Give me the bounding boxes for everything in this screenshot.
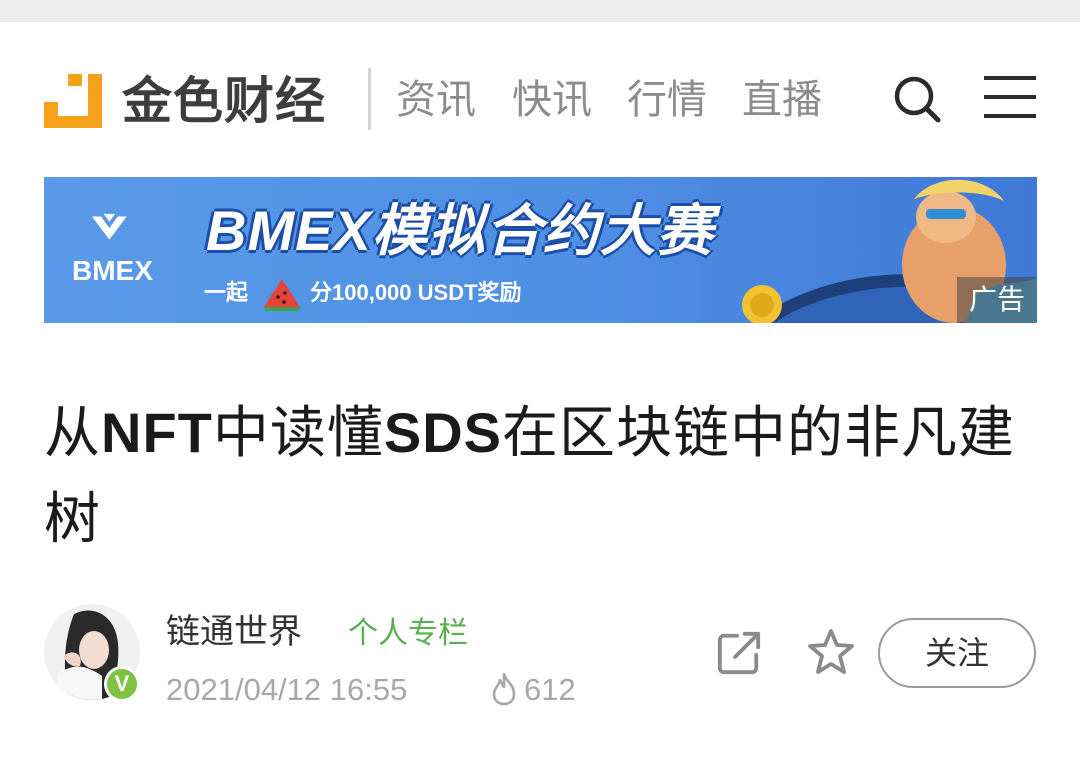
watermelon-icon [264, 279, 300, 311]
banner-headline: BMEX模拟合约大赛 [206, 199, 714, 262]
ad-banner[interactable]: BMEX BMEX模拟合约大赛 一起 分100,000 USDT奖励 广告 [44, 177, 1037, 323]
nav-divider [368, 68, 371, 130]
ad-label: 广告 [957, 277, 1037, 323]
nav-item-live[interactable]: 直播 [742, 74, 822, 126]
nav-item-news[interactable]: 资讯 [396, 74, 476, 126]
bmex-logo-text: BMEX [72, 255, 153, 286]
brand-name[interactable]: 金色财经 [122, 72, 326, 130]
banner-subtitle-prefix: 一起 [204, 280, 249, 305]
menu-icon[interactable] [984, 74, 1036, 120]
nav-item-market[interactable]: 行情 [627, 74, 707, 126]
follow-button[interactable]: 关注 [878, 618, 1036, 688]
publish-time: 2021/04/12 16:55 [166, 672, 408, 707]
bmex-logo-icon [92, 213, 127, 240]
flame-icon [492, 672, 516, 706]
banner-subtitle: 分100,000 USDT奖励 [310, 280, 522, 305]
top-navigation: 金色财经 资讯 快讯 行情 直播 [0, 22, 1080, 172]
view-count: 612 [524, 672, 576, 707]
nav-item-flash[interactable]: 快讯 [512, 74, 592, 126]
star-icon[interactable] [806, 628, 856, 676]
verified-badge-icon: V [104, 666, 140, 702]
search-icon[interactable] [892, 74, 942, 124]
author-name[interactable]: 链通世界 [166, 608, 302, 656]
article-title: 从NFT中读懂SDS在区块链中的非凡建树 [44, 401, 1016, 552]
share-icon[interactable] [716, 630, 762, 676]
jinse-logo-icon[interactable] [44, 74, 102, 128]
column-tag[interactable]: 个人专栏 [348, 612, 468, 656]
status-strip [0, 0, 1080, 22]
